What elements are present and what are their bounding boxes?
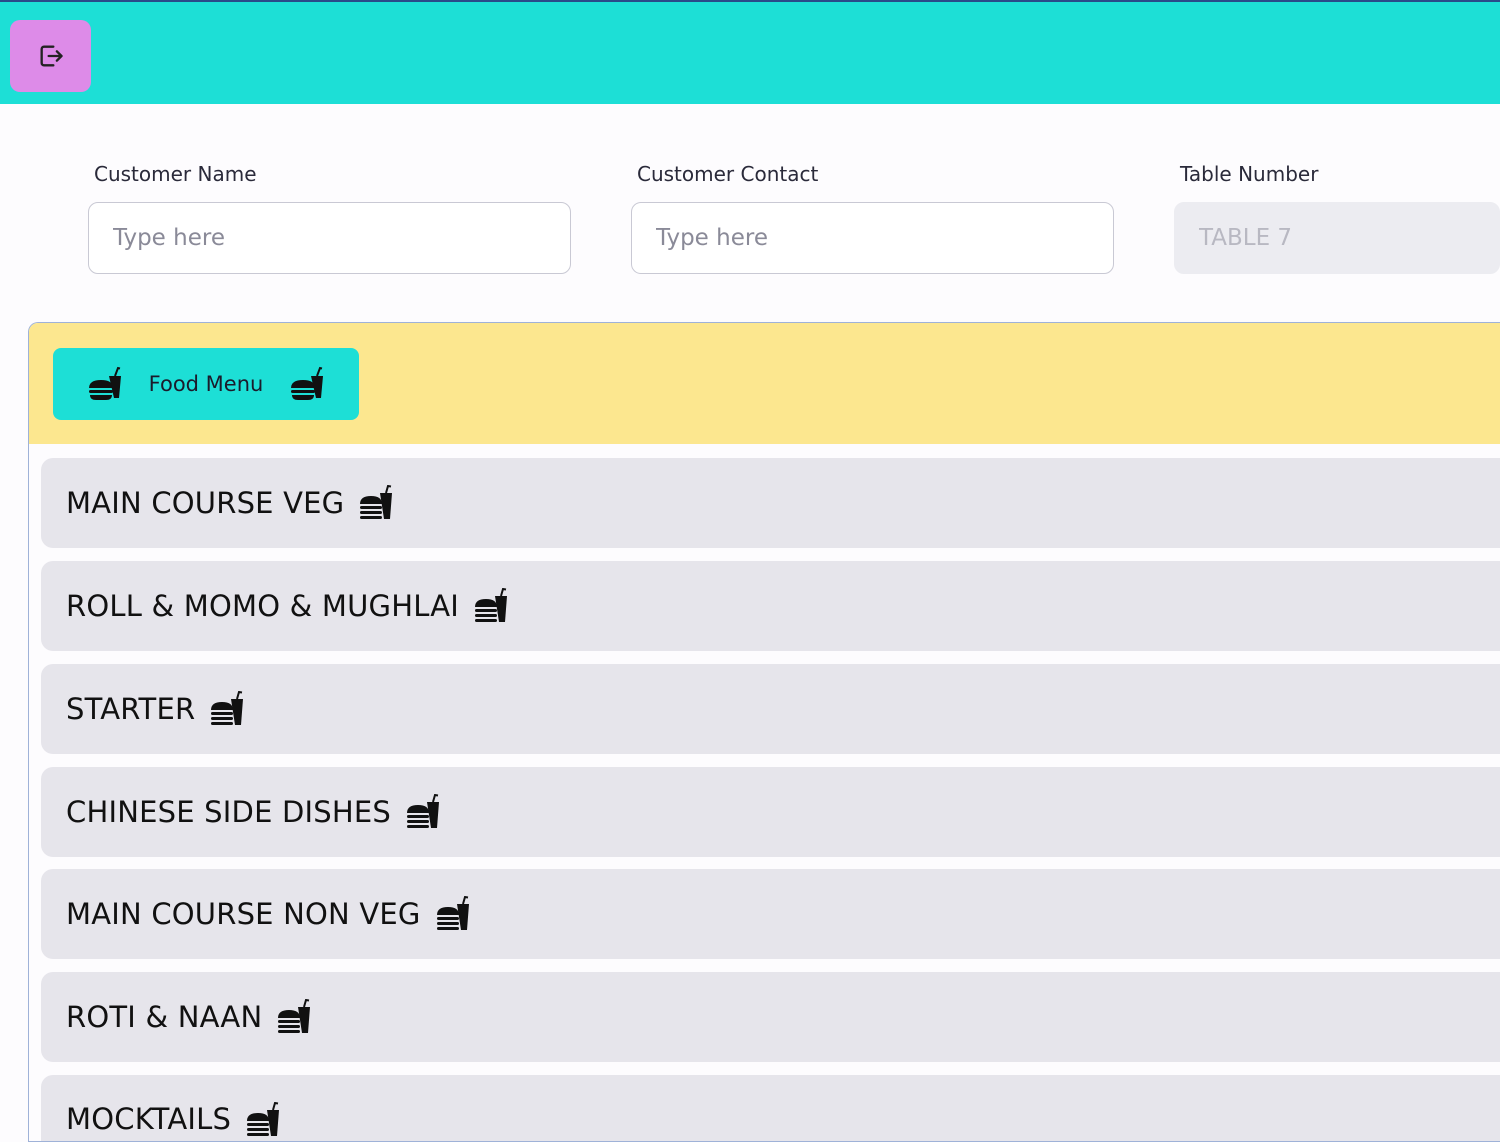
category-roll-momo-mughlai[interactable]: ROLL & MOMO & MUGHLAI	[41, 561, 1500, 651]
category-mocktails[interactable]: MOCKTAILS	[41, 1075, 1500, 1141]
category-label: MAIN COURSE VEG	[66, 486, 345, 520]
menu-panel: Food Menu MAIN COURSE VEG ROLL & MOMO & …	[28, 322, 1500, 1142]
category-chinese-side-dishes[interactable]: CHINESE SIDE DISHES	[41, 767, 1500, 857]
category-label: MAIN COURSE NON VEG	[66, 897, 421, 931]
fast-food-icon	[473, 588, 509, 624]
table-number-input	[1174, 202, 1500, 274]
top-bar	[0, 0, 1500, 104]
category-label: ROTI & NAAN	[66, 1000, 263, 1034]
table-number-label: Table Number	[1180, 162, 1319, 186]
category-roti-naan[interactable]: ROTI & NAAN	[41, 972, 1500, 1062]
fast-food-icon	[209, 691, 245, 727]
burger-drink-icon	[87, 366, 123, 402]
customer-name-input[interactable]	[88, 202, 571, 274]
category-label: STARTER	[66, 692, 196, 726]
category-label: CHINESE SIDE DISHES	[66, 795, 392, 829]
logout-icon	[37, 42, 65, 70]
category-label: ROLL & MOMO & MUGHLAI	[66, 589, 460, 623]
category-main-course-veg[interactable]: MAIN COURSE VEG	[41, 458, 1500, 548]
food-menu-label: Food Menu	[148, 372, 264, 396]
fast-food-icon	[245, 1102, 281, 1138]
burger-drink-icon	[289, 366, 325, 402]
fast-food-icon	[276, 999, 312, 1035]
food-menu-button[interactable]: Food Menu	[53, 348, 359, 420]
fast-food-icon	[405, 794, 441, 830]
fast-food-icon	[435, 896, 471, 932]
category-main-course-non-veg[interactable]: MAIN COURSE NON VEG	[41, 869, 1500, 959]
menu-header: Food Menu	[29, 323, 1500, 444]
customer-contact-label: Customer Contact	[637, 162, 819, 186]
logout-button[interactable]	[10, 20, 91, 92]
customer-contact-input[interactable]	[631, 202, 1114, 274]
category-starter[interactable]: STARTER	[41, 664, 1500, 754]
customer-name-label: Customer Name	[94, 162, 257, 186]
category-label: MOCKTAILS	[66, 1102, 232, 1136]
fast-food-icon	[358, 485, 394, 521]
